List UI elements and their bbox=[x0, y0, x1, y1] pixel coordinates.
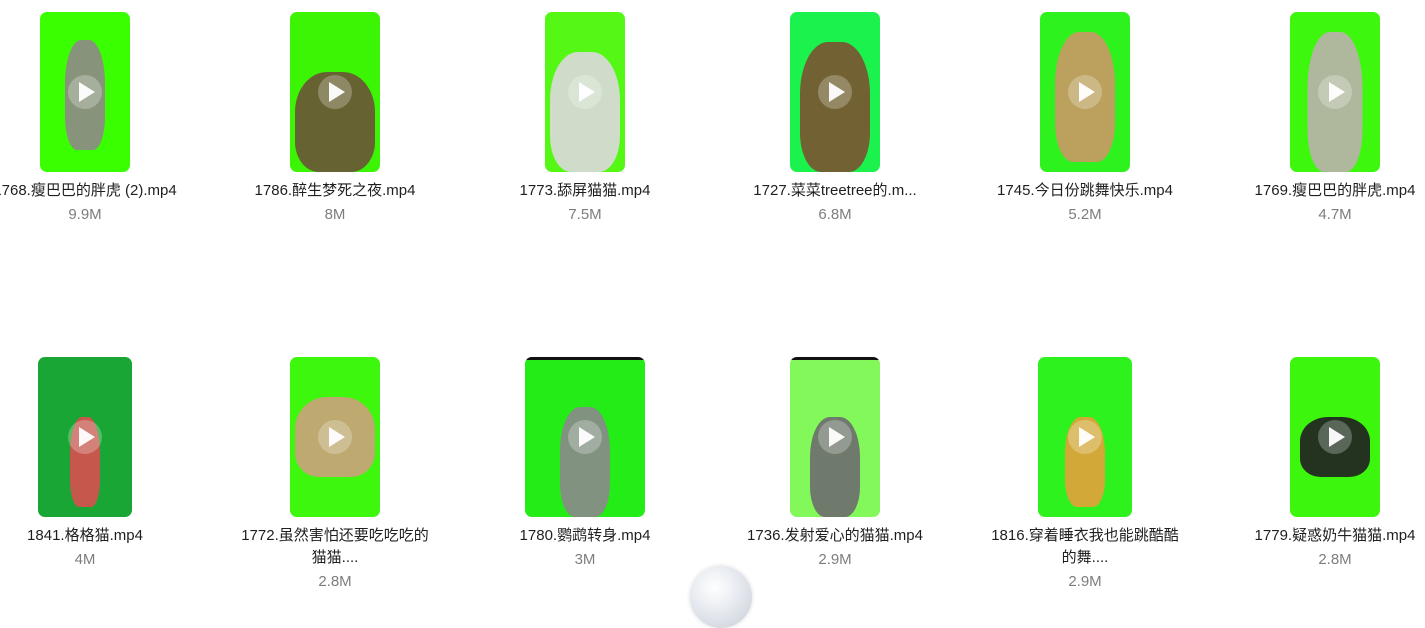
play-icon[interactable] bbox=[1068, 75, 1102, 109]
video-thumbnail[interactable] bbox=[1290, 12, 1380, 172]
video-thumbnail[interactable] bbox=[790, 357, 880, 517]
play-icon[interactable] bbox=[568, 75, 602, 109]
play-icon[interactable] bbox=[318, 75, 352, 109]
file-size: 4.7M bbox=[1318, 206, 1352, 223]
file-grid: 1768.瘦巴巴的胖虎 (2).mp4 9.9M 1786.醉生梦死之夜.mp4 8M… bbox=[0, 0, 1425, 590]
file-item[interactable]: 1736.发射爱心的猫猫.mp4 2.9M bbox=[710, 357, 960, 570]
file-name[interactable]: 1727.菜菜treetree的.m... bbox=[735, 180, 935, 202]
file-size: 2.9M bbox=[818, 551, 852, 568]
video-thumbnail[interactable] bbox=[40, 12, 130, 172]
play-icon[interactable] bbox=[818, 420, 852, 454]
file-name[interactable]: 1779.疑惑奶牛猫猫.mp4 bbox=[1235, 525, 1425, 547]
file-item[interactable]: 1727.菜菜treetree的.m... 6.8M bbox=[710, 12, 960, 225]
file-item[interactable]: 1768.瘦巴巴的胖虎 (2).mp4 9.9M bbox=[0, 12, 210, 225]
file-item[interactable]: 1779.疑惑奶牛猫猫.mp4 2.8M bbox=[1210, 357, 1425, 570]
file-name[interactable]: 1780.鹦鹉转身.mp4 bbox=[485, 525, 685, 547]
file-name[interactable]: 1816.穿着睡衣我也能跳酷酷的舞.... bbox=[985, 525, 1185, 569]
file-item[interactable]: 1773.舔屏猫猫.mp4 7.5M bbox=[460, 12, 710, 225]
file-size: 7.5M bbox=[568, 206, 602, 223]
file-name[interactable]: 1773.舔屏猫猫.mp4 bbox=[485, 180, 685, 202]
floating-assistant-bubble[interactable] bbox=[690, 566, 752, 628]
play-icon[interactable] bbox=[1318, 75, 1352, 109]
file-item[interactable]: 1780.鹦鹉转身.mp4 3M bbox=[460, 357, 710, 570]
video-thumbnail[interactable] bbox=[790, 12, 880, 172]
file-name[interactable]: 1786.醉生梦死之夜.mp4 bbox=[235, 180, 435, 202]
video-thumbnail[interactable] bbox=[545, 12, 625, 172]
file-size: 5.2M bbox=[1068, 206, 1102, 223]
video-thumbnail[interactable] bbox=[38, 357, 132, 517]
video-thumbnail[interactable] bbox=[525, 357, 645, 517]
thumbnail-top-bar bbox=[790, 357, 880, 360]
file-name[interactable]: 1772.虽然害怕还要吃吃吃的猫猫.... bbox=[235, 525, 435, 569]
play-icon[interactable] bbox=[1318, 420, 1352, 454]
file-size: 2.9M bbox=[1068, 573, 1102, 590]
video-thumbnail[interactable] bbox=[1040, 12, 1130, 172]
file-item[interactable]: 1816.穿着睡衣我也能跳酷酷的舞.... 2.9M bbox=[960, 357, 1210, 592]
play-icon[interactable] bbox=[818, 75, 852, 109]
file-size: 4M bbox=[74, 551, 96, 568]
file-size: 6.8M bbox=[818, 206, 852, 223]
play-icon[interactable] bbox=[68, 420, 102, 454]
thumbnail-top-bar bbox=[525, 357, 645, 360]
file-size: 9.9M bbox=[68, 206, 102, 223]
cat-icon bbox=[550, 52, 620, 172]
file-name[interactable]: 1745.今日份跳舞快乐.mp4 bbox=[985, 180, 1185, 202]
video-thumbnail[interactable] bbox=[1038, 357, 1132, 517]
file-name[interactable]: 1769.瘦巴巴的胖虎.mp4 bbox=[1235, 180, 1425, 202]
play-icon[interactable] bbox=[318, 420, 352, 454]
play-icon[interactable] bbox=[568, 420, 602, 454]
file-name[interactable]: 1768.瘦巴巴的胖虎 (2).mp4 bbox=[0, 180, 185, 202]
video-thumbnail[interactable] bbox=[290, 12, 380, 172]
file-name[interactable]: 1841.格格猫.mp4 bbox=[0, 525, 185, 547]
file-item[interactable]: 1772.虽然害怕还要吃吃吃的猫猫.... 2.8M bbox=[210, 357, 460, 592]
video-thumbnail[interactable] bbox=[1290, 357, 1380, 517]
file-size: 8M bbox=[324, 206, 346, 223]
video-thumbnail[interactable] bbox=[290, 357, 380, 517]
file-size: 2.8M bbox=[1318, 551, 1352, 568]
file-size: 3M bbox=[574, 551, 596, 568]
play-icon[interactable] bbox=[1068, 420, 1102, 454]
play-icon[interactable] bbox=[68, 75, 102, 109]
file-item[interactable]: 1841.格格猫.mp4 4M bbox=[0, 357, 210, 570]
file-item[interactable]: 1786.醉生梦死之夜.mp4 8M bbox=[210, 12, 460, 225]
file-item[interactable]: 1769.瘦巴巴的胖虎.mp4 4.7M bbox=[1210, 12, 1425, 225]
file-name[interactable]: 1736.发射爱心的猫猫.mp4 bbox=[735, 525, 935, 547]
file-item[interactable]: 1745.今日份跳舞快乐.mp4 5.2M bbox=[960, 12, 1210, 225]
file-size: 2.8M bbox=[318, 573, 352, 590]
